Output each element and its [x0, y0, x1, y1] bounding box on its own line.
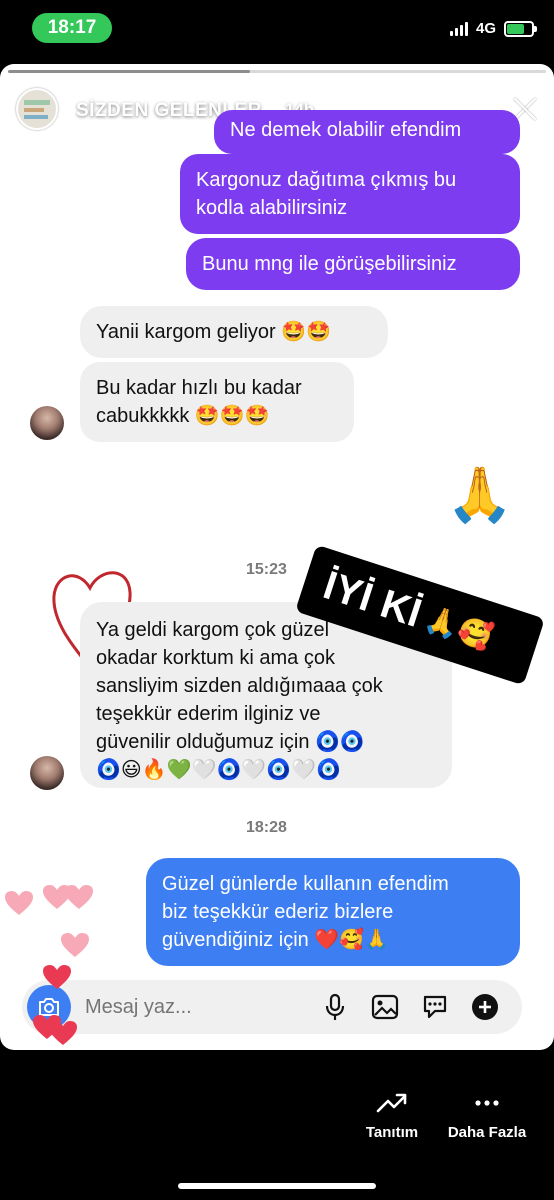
timestamp: 18:28: [246, 819, 287, 836]
sender-avatar[interactable]: [30, 406, 64, 440]
microphone-icon[interactable]: [320, 992, 350, 1022]
story-card[interactable]: SİZDEN GELENLER 14h Ne demek olabilir ef…: [0, 64, 554, 1050]
message-text: Yanii kargom geliyor 🤩🤩: [96, 321, 332, 343]
message-text: Kargonuz dağıtıma çıkmış bu: [196, 169, 457, 191]
message-outgoing: Bunu mng ile görüşebilirsiniz: [186, 238, 520, 290]
battery-icon: [504, 20, 537, 37]
message-text: teşekkür ederim ilginiz ve: [96, 703, 321, 725]
timestamp: 15:23: [246, 561, 287, 578]
heart-reaction: [43, 965, 71, 989]
message-text: kodla alabilirsiniz: [196, 197, 348, 219]
message-text: 🧿😃🔥💚🤍🧿🤍🧿🤍🧿: [96, 759, 341, 781]
message-outgoing: Kargonuz dağıtıma çıkmış bu kodla alabil…: [180, 154, 520, 234]
message-text: Bu kadar hızlı bu kadar: [96, 377, 302, 399]
message-input[interactable]: [85, 995, 315, 1019]
more-label: Daha Fazla: [447, 1124, 527, 1141]
home-indicator[interactable]: [178, 1183, 376, 1189]
message-text: cabukkkkk 🤩🤩🤩: [96, 405, 270, 427]
trend-icon: [376, 1093, 407, 1113]
message-text: biz teşekkür ederiz bizlere: [162, 901, 394, 923]
sticker-icon[interactable]: [420, 992, 450, 1022]
story-avatar[interactable]: [16, 88, 58, 130]
signal-icon: [449, 21, 468, 36]
message-outgoing: Güzel günlerde kullanın efendim biz teşe…: [146, 858, 520, 966]
message-text: güvenilir olduğumuz için 🧿🧿: [96, 731, 365, 753]
more-icon: [475, 1100, 499, 1106]
message-text: okadar korktum ki ama çok: [96, 647, 335, 669]
heart-reaction: [61, 933, 89, 957]
heart-reaction: [65, 885, 93, 909]
message-text: Ne demek olabilir efendim: [230, 119, 462, 141]
message-outgoing: Ne demek olabilir efendim: [214, 110, 520, 154]
promote-label: Tanıtım: [365, 1124, 419, 1141]
message-incoming: Bu kadar hızlı bu kadar cabukkkkk 🤩🤩🤩: [80, 362, 354, 442]
status-time: 18:17: [32, 13, 112, 43]
status-indicators: 4G: [449, 20, 537, 37]
sender-avatar[interactable]: [30, 756, 64, 790]
story-progress: [8, 70, 546, 73]
pray-emoji: 🙏: [446, 465, 514, 525]
more-button[interactable]: Daha Fazla: [444, 1092, 530, 1141]
heart-reaction: [49, 1021, 77, 1045]
message-incoming: Yanii kargom geliyor 🤩🤩: [80, 306, 388, 358]
message-text: Güzel günlerde kullanın efendim: [162, 873, 449, 895]
message-composer[interactable]: [22, 980, 522, 1034]
composer-actions: [320, 992, 500, 1022]
sticker-emojis: 🙏🥰: [420, 602, 497, 654]
network-label: 4G: [475, 20, 496, 37]
gallery-icon[interactable]: [370, 992, 400, 1022]
plus-icon[interactable]: [470, 992, 500, 1022]
message-text: Bunu mng ile görüşebilirsiniz: [202, 253, 457, 275]
message-text: sansliyim sizden aldığımaaa çok: [96, 675, 383, 697]
screen: 18:17 4G SİZDEN GELENLER 14h Ne demek ol…: [0, 0, 554, 1200]
promote-button[interactable]: Tanıtım: [362, 1092, 422, 1141]
message-text: güvendiğiniz için ❤️🥰🙏: [162, 929, 390, 951]
heart-reaction: [5, 891, 33, 915]
